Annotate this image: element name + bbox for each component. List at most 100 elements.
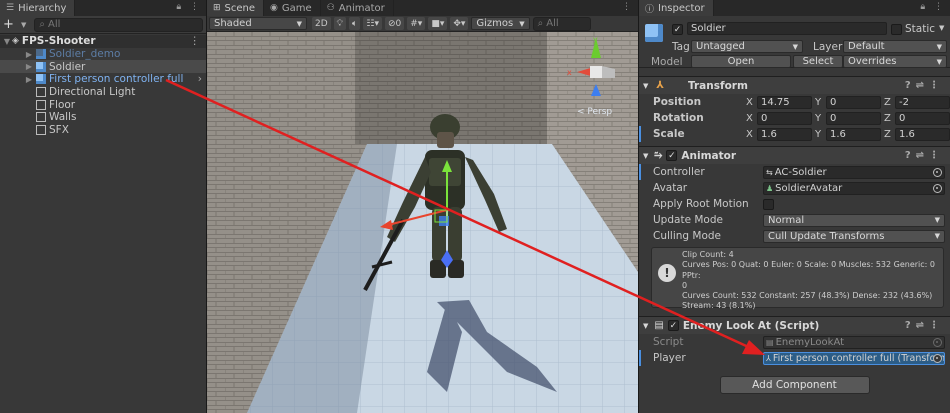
chevron-right-icon[interactable]: › xyxy=(198,73,202,85)
rotation-y-field[interactable]: 0 xyxy=(826,111,881,125)
select-button[interactable]: Select xyxy=(793,55,843,68)
lighting-toggle-icon[interactable]: 💡︎ xyxy=(333,17,346,30)
more-icon[interactable]: ⋮ xyxy=(190,35,201,47)
expand-arrow-icon[interactable]: ▼ xyxy=(2,37,12,46)
scale-y-field[interactable]: 1.6 xyxy=(826,127,881,141)
tab-hierarchy[interactable]: ☰ Hierarchy xyxy=(0,0,76,16)
lock-icon[interactable]: 🔒︎ ⋮ xyxy=(920,2,946,12)
scene-search-input[interactable]: ⌕ All xyxy=(532,16,591,31)
scale-x-axis-label[interactable]: X xyxy=(746,129,754,140)
animator-header[interactable]: ▼ ⥲ ✓ Animator ?⇌⋮ xyxy=(639,146,950,164)
gameobject-cube-icon xyxy=(36,125,46,136)
scene-viewport[interactable]: y x < Persp xyxy=(207,32,638,413)
position-x-field[interactable]: 14.75 xyxy=(757,95,812,109)
tag-dropdown[interactable]: Untagged ▼ xyxy=(691,40,803,53)
object-picker-icon[interactable] xyxy=(933,167,942,177)
root-motion-checkbox[interactable] xyxy=(763,198,774,210)
avatar-row: Avatar ♟ SoldierAvatar xyxy=(639,180,950,196)
animator-enabled-checkbox[interactable]: ✓ xyxy=(666,150,678,161)
expand-arrow-icon[interactable]: ▶ xyxy=(24,62,34,71)
player-row: Player ⅄ First person controller full (T… xyxy=(639,350,950,366)
add-button[interactable]: + xyxy=(3,17,17,32)
rotation-x-axis-label[interactable]: X xyxy=(746,113,754,124)
tab-scene[interactable]: ⊞ Scene xyxy=(207,0,265,16)
expand-arrow-icon[interactable]: ▶ xyxy=(24,75,34,84)
position-y-field[interactable]: 0 xyxy=(826,95,881,109)
update-mode-dropdown[interactable]: Normal ▼ xyxy=(763,213,945,227)
rotation-x-field[interactable]: 0 xyxy=(757,111,812,125)
gizmos-dropdown[interactable]: Gizmos ▼ xyxy=(471,17,530,30)
overrides-dropdown[interactable]: Overrides ▼ xyxy=(843,55,947,68)
scale-x-field[interactable]: 1.6 xyxy=(757,127,812,141)
audio-toggle-icon[interactable]: 🔈︎ xyxy=(348,17,361,30)
script-header[interactable]: ▼ ▤ ✓ Enemy Look At (Script) ?⇌⋮ xyxy=(639,316,950,334)
component-menu-icons[interactable]: ?⇌⋮ xyxy=(905,80,944,91)
scale-y-axis-label[interactable]: Y xyxy=(815,129,823,140)
component-menu-icons[interactable]: ?⇌⋮ xyxy=(905,320,944,331)
position-y-axis-label[interactable]: Y xyxy=(815,97,823,108)
hierarchy-item-soldier-demo[interactable]: ▶ Soldier_demo xyxy=(0,48,206,61)
hierarchy-item-soldier[interactable]: ▶ Soldier xyxy=(0,60,206,74)
transform-header[interactable]: ▼ ⅄ Transform ?⇌⋮ xyxy=(639,76,950,94)
tools-icon[interactable]: ✥▾ xyxy=(450,17,469,30)
chevron-down-icon: ▼ xyxy=(792,42,798,51)
culling-mode-dropdown[interactable]: Cull Update Transforms ▼ xyxy=(763,229,945,243)
hierarchy-list: ▶ Soldier_demo ▶ Soldier ▶ First person contr… xyxy=(0,48,206,137)
static-checkbox[interactable] xyxy=(891,24,902,35)
hierarchy-item-walls[interactable]: Walls xyxy=(0,111,206,124)
hierarchy-item-directional-light[interactable]: Directional Light xyxy=(0,86,206,99)
persp-label[interactable]: < Persp xyxy=(577,107,612,117)
prefab-cube-icon xyxy=(36,49,46,60)
scale-z-axis-label[interactable]: Z xyxy=(884,129,892,140)
prefab-cube-icon xyxy=(645,24,663,42)
component-menu-icons[interactable]: ?⇌⋮ xyxy=(905,150,944,161)
more-icon[interactable]: ⋮ xyxy=(622,2,634,12)
chevron-down-icon: ▼ xyxy=(934,216,940,224)
shading-dropdown[interactable]: Shaded ▼ xyxy=(209,17,307,30)
rotation-z-field[interactable]: 0 xyxy=(895,111,950,125)
tab-inspector[interactable]: ⓘ Inspector xyxy=(639,0,714,16)
position-x-axis-label[interactable]: X xyxy=(746,97,754,108)
hierarchy-item-floor[interactable]: Floor xyxy=(0,98,206,111)
position-z-field[interactable]: -2 xyxy=(895,95,950,109)
rotation-y-axis-label[interactable]: Y xyxy=(815,113,823,124)
position-z-axis-label[interactable]: Z xyxy=(884,97,892,108)
active-checkbox[interactable]: ✓ xyxy=(672,24,683,35)
player-field[interactable]: ⅄ First person controller full (Transfor… xyxy=(763,351,945,365)
rotation-z-axis-label[interactable]: Z xyxy=(884,113,892,124)
chevron-down-icon[interactable]: ▼ xyxy=(939,24,944,32)
lock-icon[interactable]: 🔒︎ ⋮ xyxy=(176,2,202,12)
effects-toggle-icon[interactable]: ☷▾ xyxy=(363,17,382,30)
open-button[interactable]: Open xyxy=(691,55,791,68)
scale-z-field[interactable]: 1.6 xyxy=(895,127,950,141)
avatar-field[interactable]: ♟ SoldierAvatar xyxy=(763,181,945,195)
controller-field[interactable]: ⇆ AC-Soldier xyxy=(763,165,945,179)
chevron-down-icon[interactable]: ▼ xyxy=(21,21,26,29)
2d-toggle-button[interactable]: 2D xyxy=(312,17,331,30)
object-picker-icon[interactable] xyxy=(933,353,942,363)
expand-arrow-icon[interactable]: ▶ xyxy=(24,50,34,59)
expand-arrow-icon[interactable]: ▼ xyxy=(643,152,648,160)
object-name-field[interactable]: Soldier xyxy=(687,22,887,35)
hidden-objects-toggle[interactable]: ⊘ 0 xyxy=(384,17,405,30)
search-icon: ⌕ xyxy=(39,19,45,30)
expand-arrow-icon[interactable]: ▼ xyxy=(643,322,648,330)
object-picker-icon[interactable] xyxy=(933,183,942,193)
gamepad-icon: ◉ xyxy=(270,3,278,13)
expand-arrow-icon[interactable]: ▼ xyxy=(643,82,648,90)
layer-dropdown[interactable]: Default ▼ xyxy=(843,40,947,53)
script-enabled-checkbox[interactable]: ✓ xyxy=(667,320,679,331)
hierarchy-item-first-person-controller[interactable]: ▶ First person controller full › xyxy=(0,73,206,86)
scene-row[interactable]: ▼ ◈ FPS-Shooter ⋮ xyxy=(0,35,206,48)
camera-icon[interactable]: ■▾ xyxy=(428,17,448,30)
add-component-button[interactable]: Add Component xyxy=(719,376,870,394)
script-row: Script ▤ EnemyLookAt xyxy=(639,334,950,350)
object-header: ✓ Soldier Static ▼ Tag Untagged ▼ Layer … xyxy=(639,16,950,68)
update-mode-row: Update Mode Normal ▼ xyxy=(639,212,950,228)
tab-animator[interactable]: ⚇ Animator xyxy=(320,0,394,16)
hierarchy-item-sfx[interactable]: SFX xyxy=(0,124,206,137)
tab-game[interactable]: ◉ Game xyxy=(264,0,321,16)
hierarchy-search-input[interactable]: ⌕ All xyxy=(34,17,203,32)
eye-slash-icon: ⊘ xyxy=(387,18,396,29)
grid-toggle-icon[interactable]: #▾ xyxy=(407,17,426,30)
